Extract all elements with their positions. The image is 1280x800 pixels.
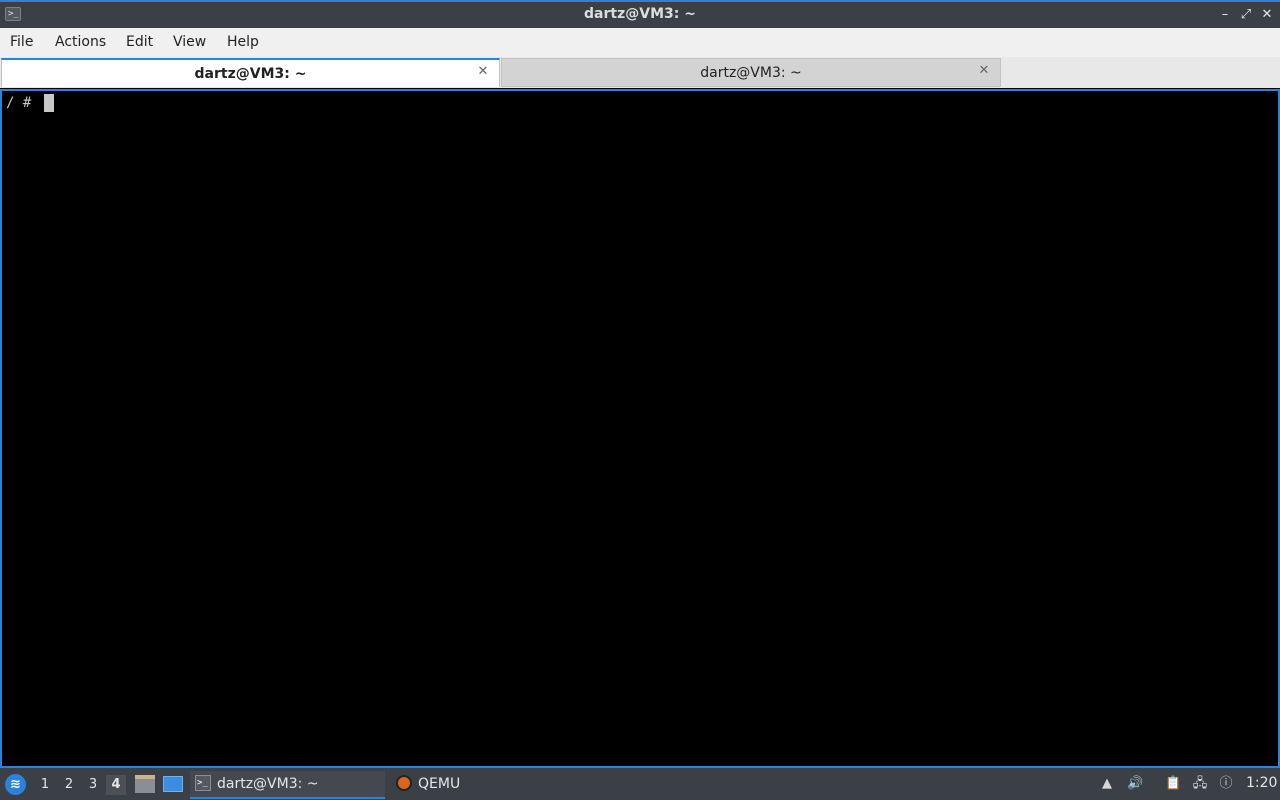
tray-arrow-icon[interactable]: ▲	[1099, 776, 1115, 792]
menu-bar: File Actions Edit View Help	[0, 28, 1280, 57]
volume-icon[interactable]: 🔊	[1127, 776, 1143, 792]
desktop-2-button[interactable]: 2	[59, 775, 79, 795]
desktop-1-button[interactable]: 1	[35, 775, 55, 795]
start-menu-icon[interactable]: ≋	[5, 774, 26, 795]
close-button[interactable]: ✕	[1258, 6, 1276, 24]
menu-help[interactable]: Help	[227, 34, 259, 50]
window-titlebar[interactable]: >_ dartz@VM3: ~ – ⤢ ✕	[0, 0, 1280, 28]
window-title: dartz@VM3: ~	[584, 6, 696, 22]
tab-terminal-2[interactable]: dartz@VM3: ~ ✕	[501, 58, 1001, 87]
maximize-button[interactable]: ⤢	[1237, 6, 1255, 24]
tab-bar: dartz@VM3: ~ ✕ dartz@VM3: ~ ✕	[0, 57, 1280, 88]
menu-file[interactable]: File	[10, 34, 33, 50]
qemu-icon	[396, 775, 412, 791]
notification-icon[interactable]: ⓘ	[1218, 776, 1234, 792]
shell-prompt: / #	[6, 95, 40, 111]
file-manager-icon[interactable]	[135, 775, 155, 793]
taskbar: ≋ 1 2 3 4 >_ dartz@VM3: ~ QEMU ▲ 🔊 📋 🖧 ⓘ…	[0, 768, 1280, 800]
minimize-button[interactable]: –	[1216, 6, 1234, 24]
menu-actions[interactable]: Actions	[55, 34, 106, 50]
screen: >_ dartz@VM3: ~ – ⤢ ✕ File Actions Edit …	[0, 0, 1280, 800]
show-desktop-icon[interactable]	[163, 776, 183, 792]
clock[interactable]: 1:20	[1246, 775, 1277, 791]
menu-view[interactable]: View	[173, 34, 206, 50]
task-terminal[interactable]: >_ dartz@VM3: ~	[190, 771, 385, 799]
task-qemu[interactable]: QEMU	[391, 771, 511, 799]
text-cursor	[44, 94, 54, 112]
menu-edit[interactable]: Edit	[126, 34, 153, 50]
task-label: QEMU	[418, 776, 461, 792]
terminal-area[interactable]: / #	[0, 89, 1280, 768]
tab-label: dartz@VM3: ~	[700, 65, 802, 81]
desktop-4-button[interactable]: 4	[106, 775, 126, 795]
task-label: dartz@VM3: ~	[217, 776, 319, 792]
tab-close-icon[interactable]: ✕	[976, 63, 992, 79]
tab-label: dartz@VM3: ~	[194, 66, 307, 82]
clipboard-icon[interactable]: 📋	[1165, 776, 1181, 792]
tab-close-icon[interactable]: ✕	[475, 64, 491, 80]
terminal-icon: >_	[195, 775, 211, 791]
tab-terminal-1[interactable]: dartz@VM3: ~ ✕	[1, 58, 500, 87]
desktop-3-button[interactable]: 3	[83, 775, 103, 795]
network-icon[interactable]: 🖧	[1192, 776, 1208, 792]
